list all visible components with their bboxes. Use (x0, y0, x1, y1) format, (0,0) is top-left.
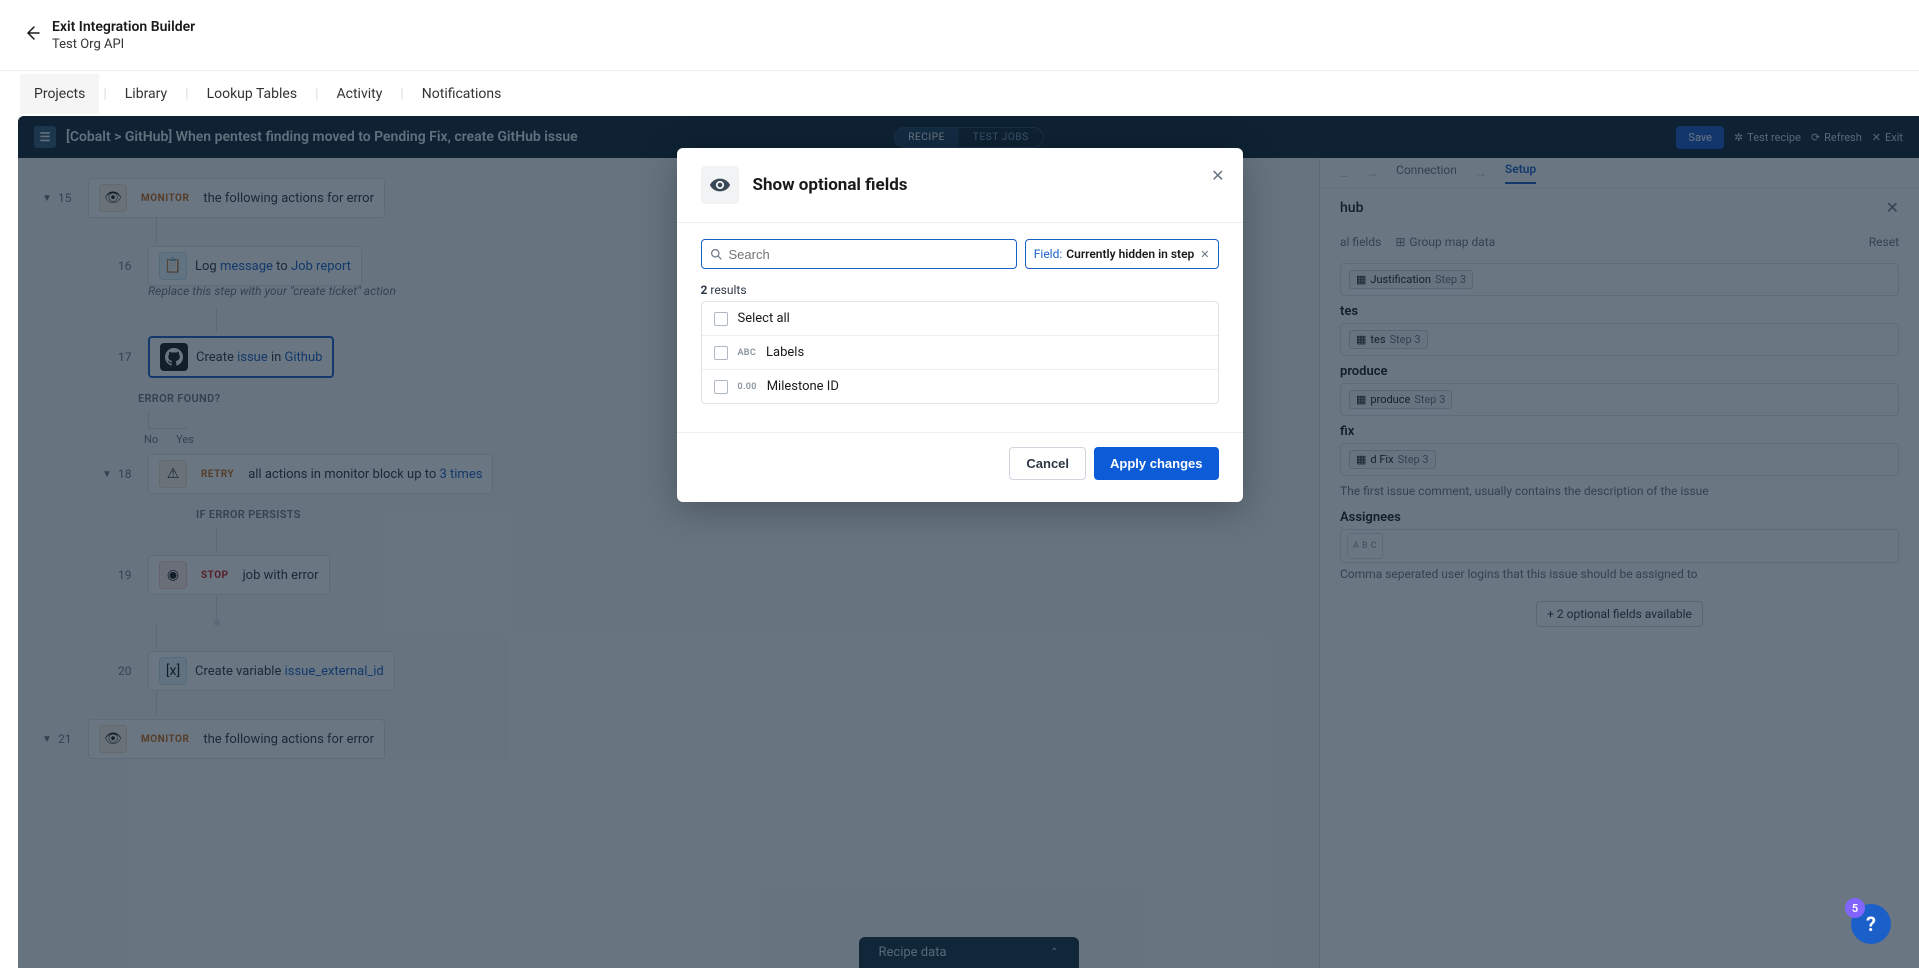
type-tag: 0.00 (738, 382, 757, 392)
modal-title: Show optional fields (753, 175, 908, 195)
modal-header: Show optional fields ✕ (677, 148, 1243, 223)
filter-value: Currently hidden in step (1066, 247, 1194, 261)
cancel-button[interactable]: Cancel (1009, 447, 1086, 480)
select-all-row[interactable]: Select all (702, 302, 1218, 335)
close-icon[interactable]: ✕ (1211, 166, 1224, 185)
option-label: Labels (766, 345, 804, 360)
modal-controls: Field: Currently hidden in step ✕ (701, 239, 1219, 269)
checkbox[interactable] (714, 346, 728, 360)
filter-chip[interactable]: Field: Currently hidden in step ✕ (1025, 239, 1219, 269)
option-list: Select all ABC Labels 0.00 Milestone ID (701, 301, 1219, 404)
option-milestone[interactable]: 0.00 Milestone ID (702, 369, 1218, 403)
help-badge: 5 (1845, 898, 1865, 918)
select-all-label: Select all (738, 311, 790, 326)
help-button[interactable]: 5 ? (1851, 904, 1891, 944)
checkbox[interactable] (714, 312, 728, 326)
modal-body: Field: Currently hidden in step ✕ 2 resu… (677, 223, 1243, 420)
apply-button[interactable]: Apply changes (1094, 447, 1218, 480)
modal-overlay: Show optional fields ✕ Field: Currently … (0, 0, 1919, 968)
optional-fields-modal: Show optional fields ✕ Field: Currently … (677, 148, 1243, 502)
type-tag: ABC (738, 348, 757, 358)
modal-footer: Cancel Apply changes (677, 432, 1243, 502)
option-labels[interactable]: ABC Labels (702, 335, 1218, 369)
option-label: Milestone ID (767, 379, 839, 394)
remove-filter-icon[interactable]: ✕ (1200, 248, 1209, 261)
eye-icon (701, 166, 739, 204)
results-count: 2 results (701, 283, 1219, 297)
search-field[interactable] (729, 247, 1008, 262)
filter-label: Field: (1034, 247, 1063, 261)
search-icon (710, 248, 723, 261)
search-input[interactable] (701, 239, 1017, 269)
checkbox[interactable] (714, 380, 728, 394)
